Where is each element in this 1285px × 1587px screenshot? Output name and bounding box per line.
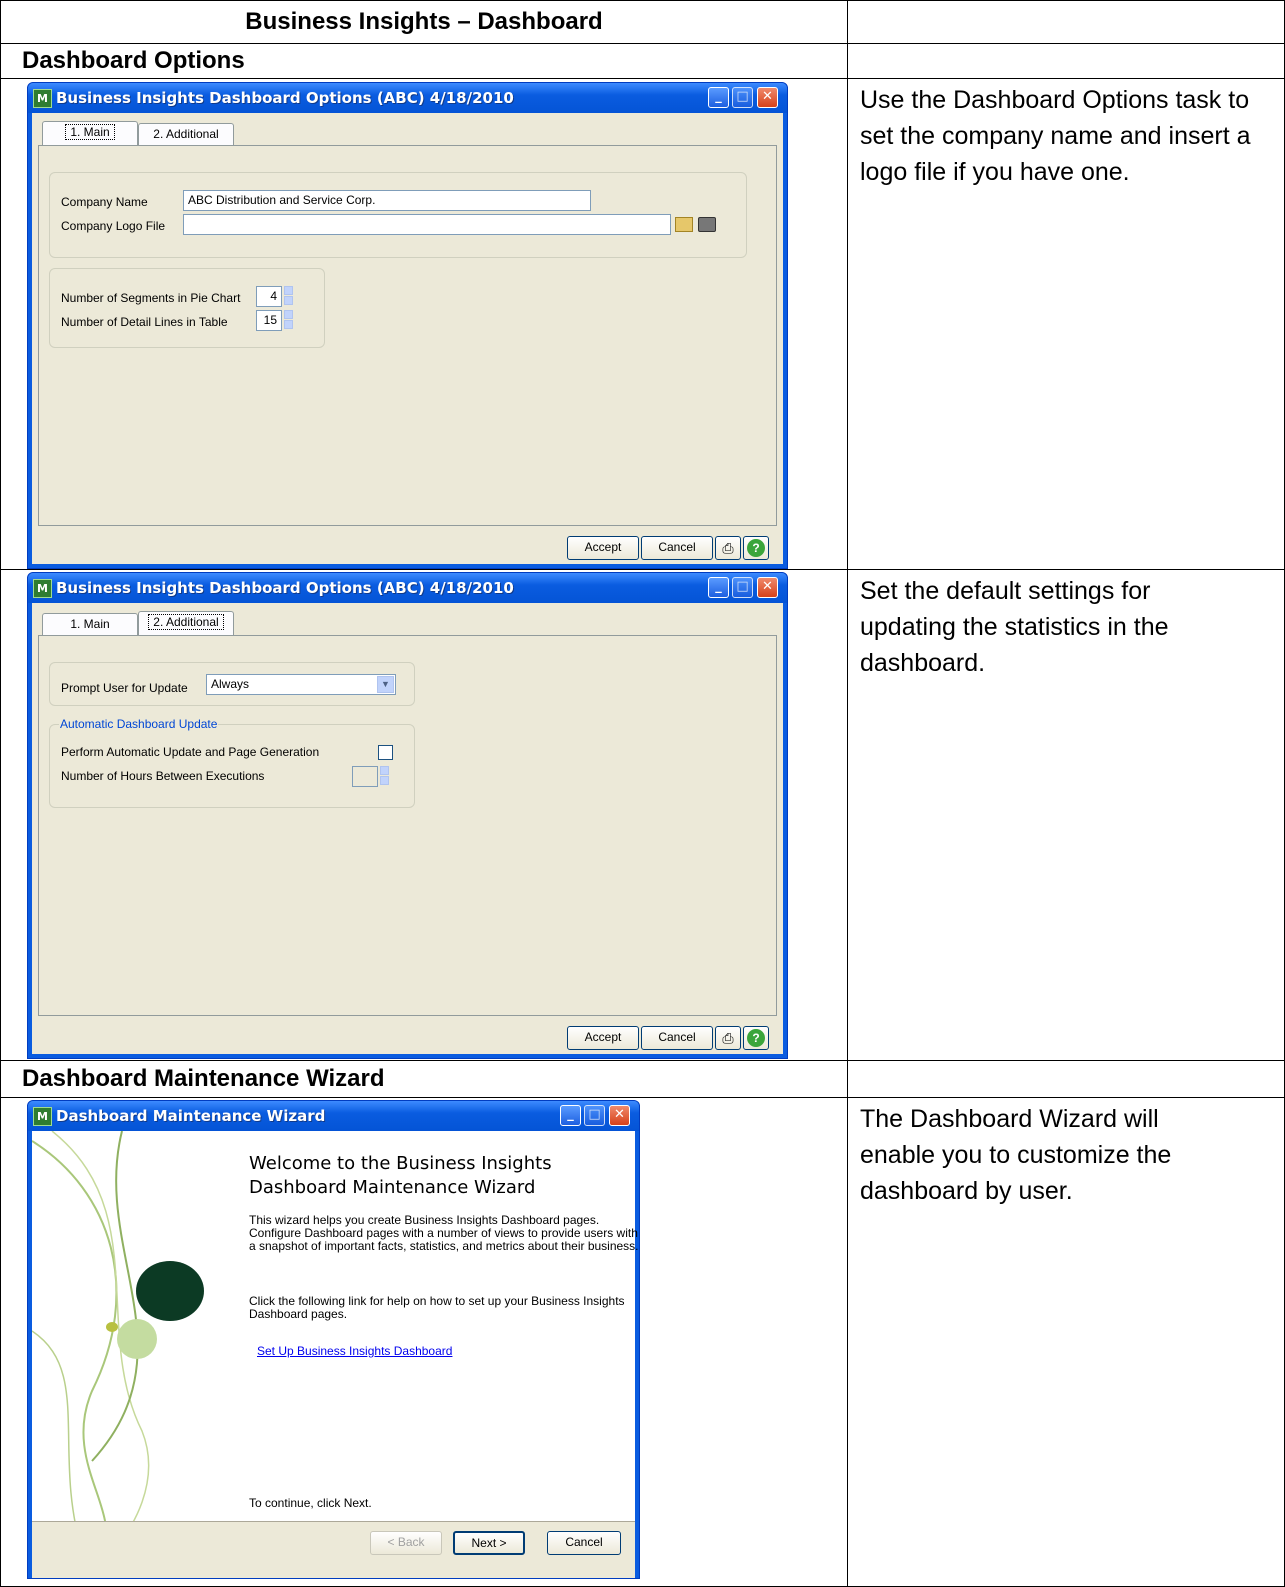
client-area: 1. Main 2. Additional Prompt User for Up… [32, 603, 783, 1054]
auto-update-groupbox: Automatic Dashboard Update Perform Autom… [49, 717, 415, 808]
wizard-help-text: Click the following link for help on how… [249, 1294, 625, 1321]
cancel-button[interactable]: Cancel [641, 536, 713, 560]
close-button[interactable]: ✕ [757, 87, 778, 108]
tab-panel: Company Name ABC Distribution and Servic… [38, 145, 777, 526]
close-button[interactable]: ✕ [609, 1105, 630, 1126]
title-bar[interactable]: M Business Insights Dashboard Options (A… [28, 83, 787, 113]
folder-open-icon[interactable] [675, 217, 693, 232]
cancel-button[interactable]: Cancel [641, 1026, 713, 1050]
detail-lines-input[interactable]: 15 [256, 310, 282, 331]
company-name-input[interactable]: ABC Distribution and Service Corp. [183, 190, 591, 211]
tab-panel: Prompt User for Update Always ▼ Automati… [38, 635, 777, 1016]
client-area: 1. Main 2. Additional Company Name ABC D… [32, 113, 783, 564]
print-icon[interactable]: ⎙ [715, 1026, 741, 1050]
minimize-button[interactable]: _ [560, 1105, 581, 1126]
close-button[interactable]: ✕ [757, 577, 778, 598]
segments-spinner[interactable] [284, 286, 293, 307]
company-logo-label: Company Logo File [61, 219, 166, 233]
camera-icon[interactable] [698, 217, 716, 232]
window-title: Dashboard Maintenance Wizard [56, 1107, 326, 1125]
prompt-select[interactable]: Always ▼ [206, 674, 396, 695]
cancel-button[interactable]: Cancel [547, 1531, 621, 1555]
options-main-window: M Business Insights Dashboard Options (A… [27, 82, 788, 569]
app-icon: M [33, 579, 52, 598]
auto-update-label: Perform Automatic Update and Page Genera… [61, 745, 320, 759]
hours-spinner[interactable] [380, 766, 389, 787]
section1-right-cell [847, 43, 1285, 79]
segments-label: Number of Segments in Pie Chart [61, 291, 241, 305]
accept-button[interactable]: Accept [567, 536, 639, 560]
tab-main[interactable]: 1. Main [42, 613, 138, 635]
back-button[interactable]: < Back [370, 1531, 442, 1555]
welcome-title: Welcome to the Business Insights Dashboa… [249, 1153, 552, 1198]
maximize-button[interactable]: □ [732, 577, 753, 598]
print-icon[interactable]: ⎙ [715, 536, 741, 560]
tab-main[interactable]: 1. Main [42, 121, 138, 145]
table-header-right-cell [847, 0, 1285, 44]
detail-lines-spinner[interactable] [284, 310, 293, 331]
next-button[interactable]: Next > [453, 1531, 525, 1555]
maximize-button[interactable]: □ [732, 87, 753, 108]
detail-lines-label: Number of Detail Lines in Table [61, 315, 228, 329]
wizard-intro-text: This wizard helps you create Business In… [249, 1213, 639, 1253]
continue-text: To continue, click Next. [249, 1496, 372, 1510]
minimize-button[interactable]: _ [708, 87, 729, 108]
wizard-window: M Dashboard Maintenance Wizard _ □ ✕ Wel… [27, 1100, 640, 1579]
wizard-button-bar [32, 1521, 635, 1578]
window-title: Business Insights Dashboard Options (ABC… [56, 89, 514, 107]
section-title-wizard: Dashboard Maintenance Wizard [22, 1065, 385, 1092]
prompt-groupbox: Prompt User for Update Always ▼ [49, 662, 415, 706]
wizard-decoration [32, 1131, 204, 1551]
help-icon[interactable]: ? [743, 1026, 769, 1050]
auto-update-group-title: Automatic Dashboard Update [59, 717, 219, 731]
company-groupbox: Company Name ABC Distribution and Servic… [49, 172, 747, 258]
description-wizard: The Dashboard Wizard will enable you to … [860, 1105, 1172, 1205]
tab-additional[interactable]: 2. Additional [138, 123, 234, 145]
help-icon[interactable]: ? [743, 536, 769, 560]
display-groupbox: Number of Segments in Pie Chart 4 Number… [49, 268, 325, 348]
accept-button[interactable]: Accept [567, 1026, 639, 1050]
chevron-down-icon[interactable]: ▼ [377, 676, 394, 693]
description-additional: Set the default settings for updating th… [860, 577, 1169, 677]
segments-input[interactable]: 4 [256, 286, 282, 307]
prompt-label: Prompt User for Update [61, 681, 188, 695]
window-title: Business Insights Dashboard Options (ABC… [56, 579, 514, 597]
setup-dashboard-link[interactable]: Set Up Business Insights Dashboard [257, 1344, 452, 1358]
description-options: Use the Dashboard Options task to set th… [860, 86, 1251, 186]
title-bar[interactable]: M Business Insights Dashboard Options (A… [28, 573, 787, 603]
maximize-button[interactable]: □ [584, 1105, 605, 1126]
app-icon: M [33, 89, 52, 108]
client-area: Welcome to the Business Insights Dashboa… [32, 1131, 639, 1578]
section-title-dashboard-options: Dashboard Options [22, 47, 245, 74]
title-bar[interactable]: M Dashboard Maintenance Wizard _ □ ✕ [28, 1101, 639, 1131]
section2-right-cell [847, 1060, 1285, 1098]
auto-update-checkbox[interactable] [378, 745, 393, 760]
company-name-label: Company Name [61, 195, 148, 209]
table-header: Business Insights – Dashboard [245, 8, 603, 35]
minimize-button[interactable]: _ [708, 577, 729, 598]
hours-label: Number of Hours Between Executions [61, 769, 265, 783]
tab-additional[interactable]: 2. Additional [138, 611, 234, 635]
company-logo-input[interactable] [183, 214, 671, 235]
hours-input[interactable] [352, 766, 378, 787]
app-icon: M [33, 1107, 52, 1126]
options-additional-window: M Business Insights Dashboard Options (A… [27, 572, 788, 1059]
